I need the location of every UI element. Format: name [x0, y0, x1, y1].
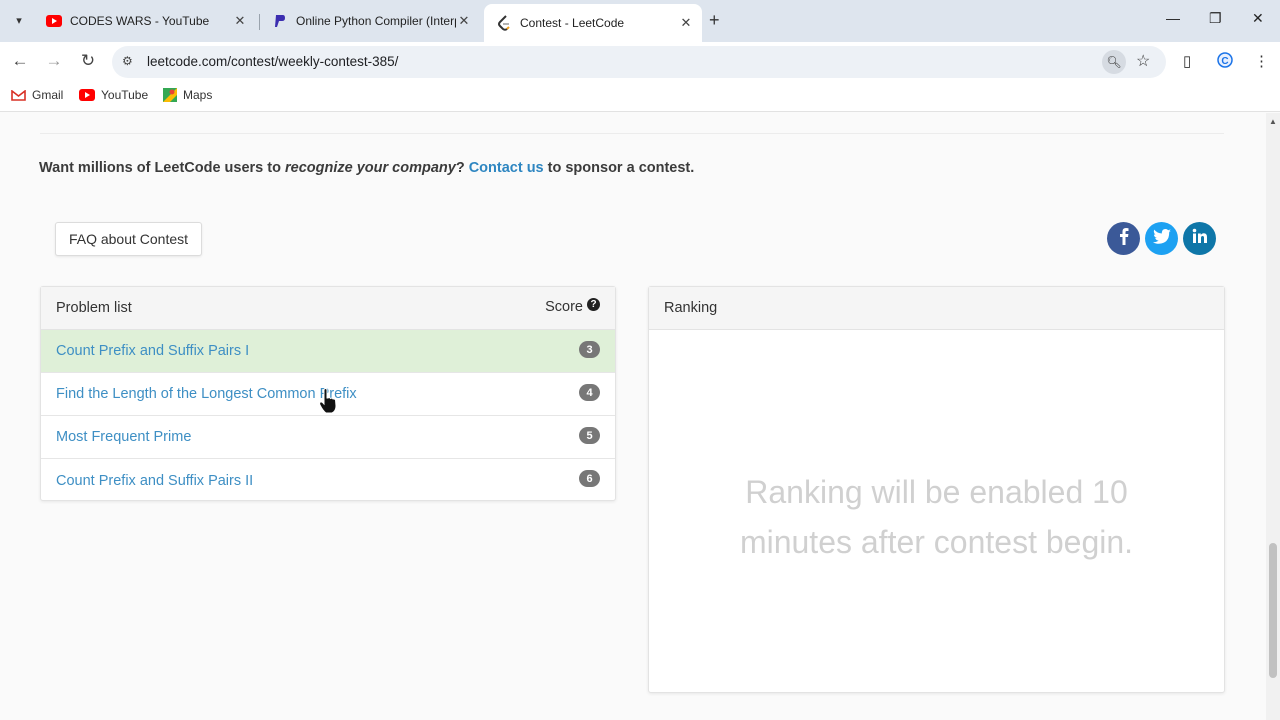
sponsor-emphasis: recognize your company [284, 160, 456, 176]
new-tab-icon[interactable]: + [709, 10, 720, 31]
scroll-up-arrow-icon[interactable]: ▲ [1269, 117, 1277, 126]
contact-us-link[interactable]: Contact us [469, 160, 544, 176]
twitter-share-button[interactable] [1145, 222, 1178, 255]
problem-list-title: Problem list [56, 300, 132, 316]
zoom-icon[interactable]: 🔍︎ [1102, 50, 1126, 74]
hand-cursor-icon [318, 387, 338, 414]
sponsor-suffix: to sponsor a contest. [543, 160, 695, 176]
programiz-icon [272, 13, 288, 29]
bookmark-label: YouTube [101, 88, 149, 102]
help-icon[interactable]: ? [587, 297, 600, 311]
problem-link[interactable]: Most Frequent Prime [56, 429, 191, 445]
tab-search-button[interactable]: ▾ [8, 9, 30, 31]
back-icon[interactable]: ← [9, 51, 31, 71]
problem-list-header: Problem list Score ? [41, 287, 615, 330]
reload-icon[interactable]: ↻ [77, 51, 99, 71]
leetcode-icon [496, 15, 512, 31]
bookmark-maps[interactable]: Maps [163, 88, 212, 102]
problem-row[interactable]: Count Prefix and Suffix Pairs II 6 [41, 459, 615, 502]
browser-tab-bar: ▾ CODES WARS - YouTube ✕ Online Python C… [0, 0, 1280, 42]
score-badge: 6 [579, 470, 600, 487]
faq-button[interactable]: FAQ about Contest [55, 222, 202, 256]
profile-icon[interactable]: C [1217, 52, 1233, 72]
problem-link[interactable]: Find the Length of the Longest Common Pr… [56, 386, 357, 402]
bookmark-label: Gmail [32, 88, 64, 102]
sponsor-middle: ? [455, 160, 469, 176]
gmail-icon [11, 89, 26, 101]
score-badge: 3 [579, 341, 600, 358]
restore-icon[interactable]: ❐ [1209, 10, 1222, 27]
close-tab-icon[interactable]: ✕ [232, 13, 248, 29]
ranking-title: Ranking [664, 300, 718, 316]
minimize-icon[interactable]: — [1166, 10, 1180, 26]
tab-python-compiler[interactable]: Online Python Compiler (Interp ✕ [260, 6, 480, 36]
linkedin-share-button[interactable] [1183, 222, 1216, 255]
facebook-icon [1119, 227, 1129, 250]
score-badge: 4 [579, 384, 600, 401]
score-badge: 5 [579, 427, 600, 444]
ranking-header: Ranking [649, 287, 1224, 330]
problem-row[interactable]: Most Frequent Prime 5 [41, 416, 615, 459]
close-tab-icon[interactable]: ✕ [456, 13, 472, 29]
svg-text:C: C [1221, 56, 1228, 67]
bookmark-label: Maps [183, 88, 213, 102]
ranking-message: Ranking will be enabled 10 minutes after… [649, 467, 1224, 567]
youtube-icon [79, 89, 95, 101]
twitter-icon [1152, 228, 1171, 249]
menu-icon[interactable]: ⋮ [1254, 52, 1269, 70]
ranking-message-line-2: minutes after contest begin. [739, 524, 1134, 560]
facebook-share-button[interactable] [1107, 222, 1140, 255]
score-label: Score [545, 299, 583, 315]
tab-title: Online Python Compiler (Interp [296, 14, 456, 28]
tab-title: CODES WARS - YouTube [70, 14, 210, 28]
ranking-panel: Ranking Ranking will be enabled 10 minut… [648, 286, 1225, 693]
forward-icon[interactable]: → [43, 51, 65, 71]
ranking-message-line-1: Ranking will be enabled 10 [745, 474, 1128, 510]
divider [40, 133, 1224, 134]
problem-row[interactable]: Count Prefix and Suffix Pairs I 3 [41, 330, 615, 373]
browser-toolbar: ← → ↻ ⚙ leetcode.com/contest/weekly-cont… [0, 42, 1280, 80]
scroll-thumb[interactable] [1269, 543, 1277, 678]
youtube-icon [46, 13, 62, 29]
window-close-icon[interactable]: ✕ [1252, 10, 1264, 27]
problem-link[interactable]: Count Prefix and Suffix Pairs I [56, 343, 249, 359]
side-panel-icon[interactable]: ▯ [1183, 52, 1191, 70]
bookmark-star-icon[interactable]: ☆ [1136, 51, 1150, 71]
contest-page: Want millions of LeetCode users to recog… [0, 113, 1266, 720]
sponsor-prefix: Want millions of LeetCode users to [39, 160, 285, 176]
bookmarks-bar: Gmail YouTube Maps [0, 80, 1280, 112]
tab-leetcode-contest[interactable]: Contest - LeetCode ✕ [484, 4, 702, 42]
maps-icon [163, 88, 177, 102]
sponsor-text: Want millions of LeetCode users to recog… [39, 160, 694, 176]
page-scrollbar[interactable]: ▲ [1266, 113, 1280, 720]
problem-link[interactable]: Count Prefix and Suffix Pairs II [56, 473, 253, 489]
site-info-icon[interactable]: ⚙ [122, 54, 133, 68]
bookmark-youtube[interactable]: YouTube [79, 88, 148, 102]
bookmark-gmail[interactable]: Gmail [11, 88, 63, 102]
linkedin-icon [1192, 228, 1208, 249]
tab-title: Contest - LeetCode [520, 16, 625, 30]
score-header: Score ? [545, 297, 600, 315]
close-tab-icon[interactable]: ✕ [678, 15, 694, 31]
address-bar[interactable]: ⚙ leetcode.com/contest/weekly-contest-38… [112, 46, 1166, 78]
tab-youtube[interactable]: CODES WARS - YouTube ✕ [34, 6, 256, 36]
url-text[interactable]: leetcode.com/contest/weekly-contest-385/ [147, 54, 398, 69]
